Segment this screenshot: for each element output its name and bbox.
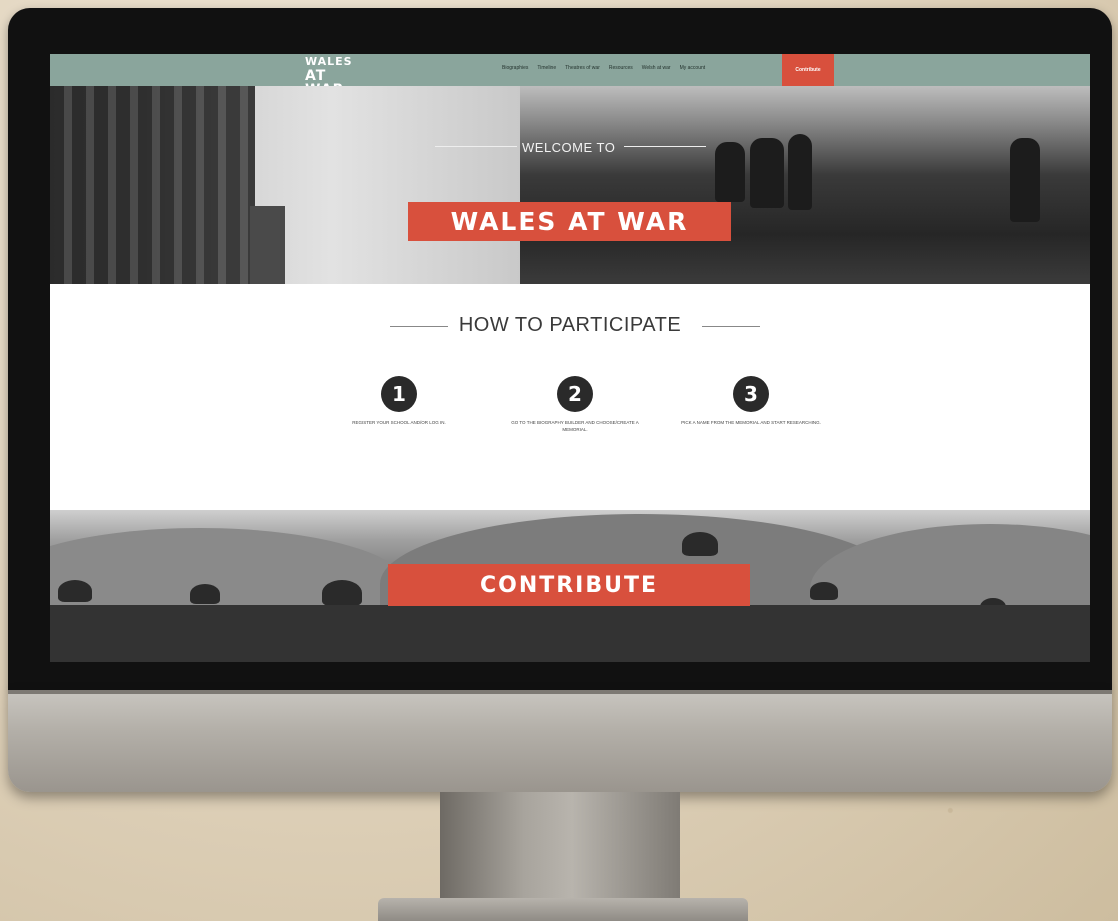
welcome-line-right — [624, 146, 706, 147]
step-text-2: GO TO THE BIOGRAPHY BUILDER AND CHOOSE/C… — [511, 420, 639, 432]
step-2: 2 GO TO THE BIOGRAPHY BUILDER AND CHOOSE… — [500, 376, 650, 433]
soldier-figure — [715, 142, 745, 202]
step-number-3: 3 — [733, 376, 769, 412]
navbar: WALES AT WAR Biographies Timeline Theatr… — [50, 54, 1090, 97]
soldiers-foreground — [50, 605, 1090, 662]
monitor-stand-foot — [378, 898, 748, 921]
soldier-helmet — [810, 582, 838, 600]
contribute-banner: CONTRIBUTE — [50, 510, 1090, 662]
hero-street-photo — [50, 86, 520, 284]
nav-contribute-button[interactable]: Contribute — [782, 54, 834, 86]
soldier-figure — [750, 138, 784, 208]
soldier-helmet — [322, 580, 362, 606]
step-number-2: 2 — [557, 376, 593, 412]
how-to-participate-section: HOW TO PARTICIPATE 1 REGISTER YOUR SCHOO… — [50, 284, 1090, 510]
monitor-bezel: WALES AT WAR Biographies Timeline Theatr… — [8, 8, 1112, 692]
building-image-2 — [250, 206, 285, 284]
soldier-figure — [1010, 138, 1040, 222]
nav-link-biographies[interactable]: Biographies — [502, 65, 528, 71]
welcome-line-left — [435, 146, 517, 147]
soldier-helmet — [682, 532, 718, 556]
nav-link-my-account[interactable]: My account — [680, 65, 706, 71]
nav-link-resources[interactable]: Resources — [609, 65, 633, 71]
step-3: 3 PICK A NAME FROM THE MEMORIAL AND STAR… — [676, 376, 826, 426]
hero-welcome-text: WELCOME TO — [522, 140, 616, 155]
nav-links: Biographies Timeline Theatres of war Res… — [502, 65, 705, 71]
building-image — [50, 86, 255, 284]
monitor-stand-neck — [440, 792, 680, 902]
contribute-button[interactable]: CONTRIBUTE — [388, 564, 750, 606]
soldier-helmet — [190, 584, 220, 604]
step-1: 1 REGISTER YOUR SCHOOL AND/OR LOG IN. — [324, 376, 474, 426]
soldier-helmet — [58, 580, 92, 602]
nav-link-welsh-at-war[interactable]: Welsh at war — [642, 65, 671, 71]
hero-soldiers-photo — [520, 86, 1090, 284]
step-number-1: 1 — [381, 376, 417, 412]
step-text-1: REGISTER YOUR SCHOOL AND/OR LOG IN. — [352, 420, 446, 425]
logo-line-1: WALES — [305, 55, 353, 68]
nav-link-theatres[interactable]: Theatres of war — [565, 65, 600, 71]
website-screen: WALES AT WAR Biographies Timeline Theatr… — [50, 54, 1090, 662]
hero-title: WALES AT WAR — [408, 202, 731, 241]
nav-link-timeline[interactable]: Timeline — [537, 65, 556, 71]
soldier-figure — [788, 134, 812, 210]
section-heading: HOW TO PARTICIPATE — [458, 314, 682, 336]
monitor-chin-edge — [8, 690, 1112, 694]
monitor-chin — [8, 690, 1112, 792]
step-text-3: PICK A NAME FROM THE MEMORIAL AND START … — [681, 420, 821, 425]
hero-banner: WELCOME TO WALES AT WAR — [50, 86, 1090, 284]
